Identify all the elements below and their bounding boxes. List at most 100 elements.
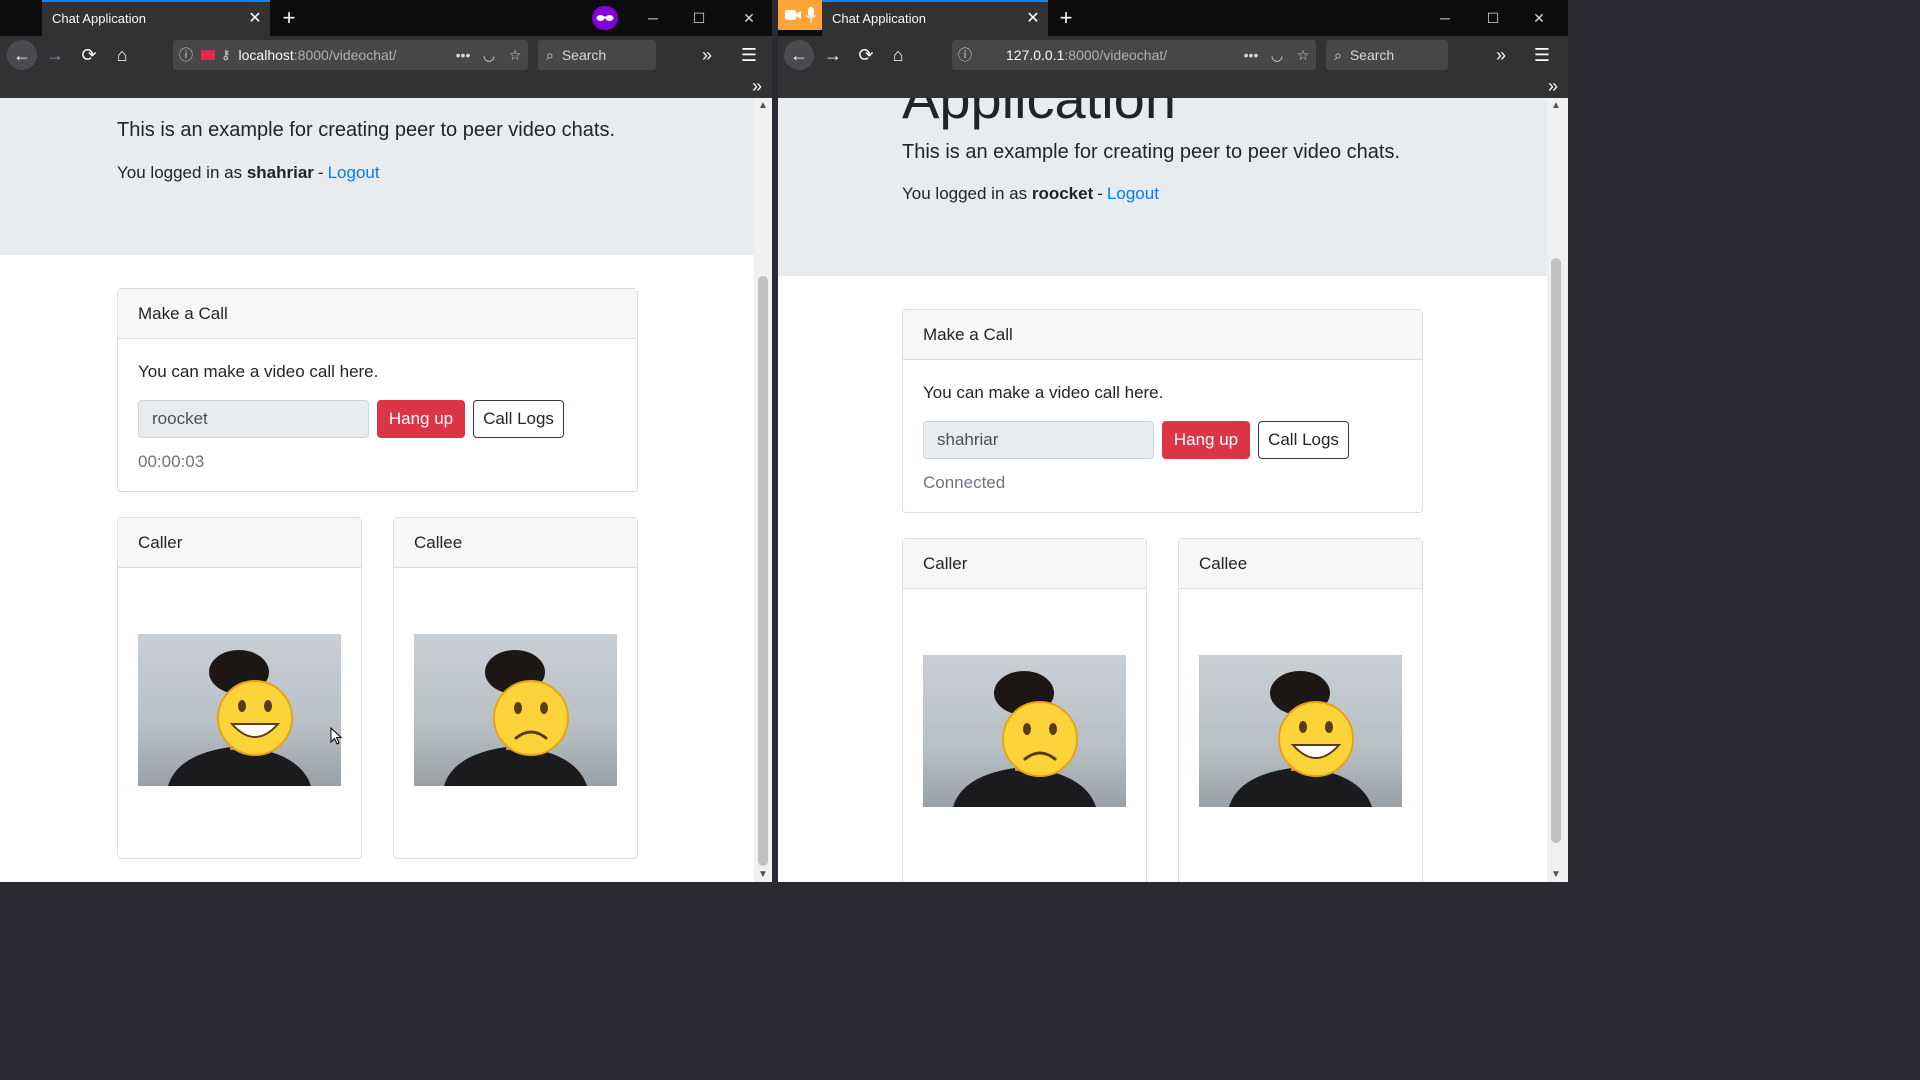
site-info-icon[interactable]: ⓘ [173, 45, 199, 65]
key-permission-icon[interactable]: ⚷ [221, 47, 231, 63]
close-window-icon[interactable]: ✕ [1516, 0, 1562, 36]
url-text: 127.0.0.1:8000/videochat/ [1006, 47, 1168, 63]
peer-username-input[interactable]: shahriar [923, 421, 1154, 459]
camera-sharing-icon[interactable] [201, 50, 215, 60]
hang-up-button[interactable]: Hang up [377, 400, 465, 438]
sharing-indicator[interactable] [778, 0, 822, 30]
back-arrow-icon[interactable]: ← [7, 40, 37, 70]
make-call-description: You can make a video call here. [923, 383, 1164, 402]
username: shahriar [246, 163, 314, 182]
maximize-icon[interactable]: ☐ [676, 0, 722, 36]
search-bar[interactable]: ⌕ Search [538, 40, 656, 70]
tab-bar: Chat Application ✕ + ─ ☐ ✕ [778, 0, 1568, 36]
url-text: localhost:8000/videochat/ [238, 47, 397, 63]
logged-in-line: You logged in as roocket - Logout [902, 184, 1159, 203]
caller-header: Caller [903, 539, 1146, 589]
search-placeholder: Search [1349, 47, 1395, 63]
bookmarks-toolbar: » [778, 74, 1568, 98]
logged-in-line: You logged in as shahriar - Logout [117, 163, 380, 182]
close-tab-icon[interactable]: ✕ [1018, 8, 1048, 28]
mouse-cursor-icon [330, 727, 342, 745]
bookmarks-overflow-icon[interactable]: » [752, 74, 762, 98]
lead-text: This is an example for creating peer to … [117, 119, 616, 141]
page-actions-icon[interactable]: ••• [450, 47, 476, 63]
toolbar-overflow-icon[interactable]: » [692, 40, 722, 70]
callee-header: Callee [394, 518, 637, 568]
forward-arrow-icon[interactable]: → [40, 40, 70, 70]
reload-icon[interactable]: ⟳ [851, 40, 881, 70]
logout-link[interactable]: Logout [328, 163, 380, 182]
search-icon: ⌕ [546, 46, 554, 63]
call-status: Connected [923, 473, 1006, 492]
call-timer: 00:00:03 [138, 452, 205, 471]
page-actions-icon[interactable]: ••• [1238, 47, 1264, 63]
microphone-icon [805, 7, 816, 23]
pocket-icon[interactable]: ◡ [476, 47, 502, 64]
scroll-down-icon[interactable]: ▼ [754, 869, 772, 880]
forward-arrow-icon[interactable]: → [818, 40, 848, 70]
tab-chat-application[interactable]: Chat Application ✕ [42, 0, 270, 36]
make-call-card: Make a Call You can make a video call he… [902, 309, 1423, 513]
minimize-icon[interactable]: ─ [630, 0, 676, 36]
close-window-icon[interactable]: ✕ [726, 0, 772, 36]
hamburger-menu-icon[interactable]: ☰ [1527, 40, 1557, 70]
call-logs-button[interactable]: Call Logs [1258, 421, 1349, 459]
maximize-icon[interactable]: ☐ [1470, 0, 1516, 36]
bookmarks-toolbar: » [0, 74, 772, 98]
back-arrow-icon[interactable]: ← [784, 40, 814, 70]
scrollbar-thumb[interactable] [1551, 258, 1561, 843]
new-tab-plus-icon[interactable]: + [273, 0, 305, 36]
callee-video [1199, 655, 1402, 807]
make-call-card: Make a Call You can make a video call he… [117, 288, 638, 492]
callee-header: Callee [1179, 539, 1422, 589]
camera-icon [784, 10, 801, 20]
bookmarks-overflow-icon[interactable]: » [1548, 74, 1558, 98]
navigation-toolbar: ← → ⟳ ⌂ ⓘ 127.0.0.1:8000/videochat/ ••• … [778, 36, 1568, 74]
scroll-up-icon[interactable]: ▲ [1547, 100, 1565, 111]
page-scrollbar[interactable]: ▲ ▼ [754, 98, 772, 882]
home-icon[interactable]: ⌂ [107, 40, 137, 70]
home-icon[interactable]: ⌂ [883, 40, 913, 70]
logout-link[interactable]: Logout [1107, 184, 1159, 203]
scroll-down-icon[interactable]: ▼ [1547, 869, 1565, 880]
search-icon: ⌕ [1334, 46, 1342, 63]
close-tab-icon[interactable]: ✕ [240, 8, 270, 28]
page-scrollbar[interactable]: ▲ ▼ [1547, 98, 1568, 882]
navigation-toolbar: ← → ⟳ ⌂ ⓘ ⚷ localhost:8000/videochat/ ••… [0, 36, 772, 74]
caller-card: Caller [902, 538, 1147, 882]
page-viewport: Application This is an example for creat… [778, 98, 1547, 882]
peer-username-input[interactable]: roocket [138, 400, 369, 438]
minimize-icon[interactable]: ─ [1422, 0, 1468, 36]
page-heading: Application [902, 98, 1176, 130]
bookmark-star-icon[interactable]: ☆ [502, 47, 528, 64]
hamburger-menu-icon[interactable]: ☰ [734, 40, 764, 70]
hang-up-button[interactable]: Hang up [1162, 421, 1250, 459]
address-bar[interactable]: ⓘ ⚷ localhost:8000/videochat/ ••• ◡ ☆ [173, 40, 528, 70]
jumbotron: Application This is an example for creat… [778, 98, 1547, 276]
callee-video [414, 634, 617, 786]
toolbar-overflow-icon[interactable]: » [1486, 40, 1516, 70]
right-browser-window: Chat Application ✕ + ─ ☐ ✕ ← → ⟳ ⌂ ⓘ 127… [778, 0, 1568, 882]
new-tab-plus-icon[interactable]: + [1050, 0, 1082, 36]
private-browsing-mask-icon [592, 6, 618, 30]
make-call-header: Make a Call [118, 289, 637, 339]
address-bar[interactable]: ⓘ 127.0.0.1:8000/videochat/ ••• ◡ ☆ [952, 40, 1316, 70]
scrollbar-thumb[interactable] [758, 276, 768, 866]
tab-chat-application[interactable]: Chat Application ✕ [822, 0, 1048, 36]
site-info-icon[interactable]: ⓘ [952, 45, 978, 65]
left-browser-window: Chat Application ✕ + ─ ☐ ✕ ← → ⟳ ⌂ ⓘ ⚷ l… [0, 0, 772, 882]
pocket-icon[interactable]: ◡ [1264, 47, 1290, 64]
reload-icon[interactable]: ⟳ [74, 40, 104, 70]
call-logs-button[interactable]: Call Logs [473, 400, 564, 438]
scroll-up-icon[interactable]: ▲ [754, 100, 772, 111]
bookmark-star-icon[interactable]: ☆ [1290, 47, 1316, 64]
make-call-description: You can make a video call here. [138, 362, 379, 381]
search-placeholder: Search [561, 47, 607, 63]
tab-bar: Chat Application ✕ + ─ ☐ ✕ [0, 0, 772, 36]
caller-video [138, 634, 341, 786]
caller-card: Caller [117, 517, 362, 859]
tab-title: Chat Application [832, 10, 926, 26]
username: roocket [1031, 184, 1094, 203]
search-bar[interactable]: ⌕ Search [1326, 40, 1448, 70]
tab-title: Chat Application [52, 10, 146, 26]
